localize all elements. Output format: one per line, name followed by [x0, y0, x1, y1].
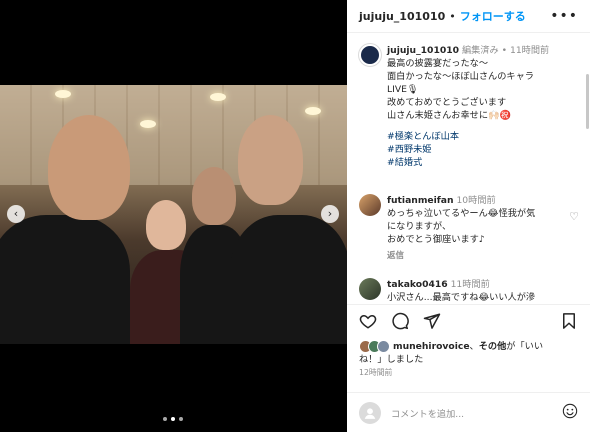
comment-line: おめでとう御座います♪ — [387, 234, 485, 245]
comment-line: 小沢さん...最高ですね😂いい人が滲 — [387, 292, 536, 303]
carousel-dot-active — [171, 417, 175, 421]
ceiling-light — [55, 90, 71, 98]
comment-input[interactable]: コメントを追加... — [391, 406, 464, 420]
author-username[interactable]: jujuju_101010 — [359, 10, 445, 23]
likes-separator: 、 — [469, 341, 479, 352]
caption-edited: 編集済み — [461, 45, 499, 56]
liker-avatars — [359, 340, 390, 353]
comment-body: futianmeifan 10時間前 めっちゃ泣いてるやーん😂怪我が気 になりま… — [387, 194, 581, 263]
post-header: jujuju_101010 • フォローする ••• — [347, 0, 590, 33]
comment-heart-icon[interactable]: ♡ — [569, 210, 579, 223]
carousel-dot — [163, 417, 167, 421]
post-panel: jujuju_101010 • フォローする ••• jujuju_101010… — [347, 0, 590, 432]
person-face — [192, 167, 236, 225]
heart-icon[interactable] — [359, 312, 377, 334]
caption-body: jujuju_101010 編集済み • 11時間前 最高の披露宴だったな〜 面… — [387, 44, 581, 169]
liker-username[interactable]: munehirovoice — [393, 341, 470, 352]
likes-text: が「いい — [506, 341, 544, 352]
comment-username[interactable]: futianmeifan — [387, 195, 454, 206]
emoji-icon[interactable] — [562, 403, 578, 423]
likes-text-line2: ね！」しました — [359, 354, 424, 365]
carousel-dots — [163, 417, 183, 421]
post-media: ‹ › — [0, 0, 347, 432]
ceiling-light — [305, 107, 321, 115]
caption-line: LIVE🎙 — [387, 84, 419, 95]
likes-others-link[interactable]: その他 — [479, 341, 507, 352]
person-suit — [0, 215, 130, 344]
carousel-dot — [179, 417, 183, 421]
comment-line: めっちゃ泣いてるやーん😂怪我が気 — [387, 208, 536, 219]
caption-time: 11時間前 — [509, 45, 550, 56]
person-face — [146, 200, 186, 250]
action-bar — [347, 304, 590, 340]
add-comment-bar: コメントを追加... — [347, 392, 590, 432]
liker-avatar[interactable] — [377, 340, 390, 353]
likes-summary: munehirovoice、その他が「いい ね！」しました — [359, 340, 583, 366]
carousel-prev-button[interactable]: ‹ — [7, 205, 25, 223]
comment-line: になりますが、 — [387, 221, 452, 232]
caption-line: 面白かったな〜ほぼ山さんのキャラ — [387, 71, 534, 82]
comment-time: 11時間前 — [450, 279, 490, 290]
comments-list[interactable]: jujuju_101010 編集済み • 11時間前 最高の披露宴だったな〜 面… — [347, 34, 590, 304]
ceiling-light — [210, 93, 226, 101]
follow-button[interactable]: フォローする — [460, 8, 526, 24]
person-suit — [230, 215, 347, 344]
caption-line: 最高の披露宴だったな〜 — [387, 58, 489, 69]
comment-icon[interactable] — [391, 312, 409, 334]
carousel-next-button[interactable]: › — [321, 205, 339, 223]
caption-line: 山さん末姫さんお幸せに🙌🏻㊗️ — [387, 110, 511, 121]
hashtag-link[interactable]: #結婚式 — [387, 156, 581, 169]
person-face — [238, 115, 303, 205]
commenter-avatar[interactable] — [359, 194, 381, 216]
post-timestamp[interactable]: 12時間前 — [359, 367, 392, 378]
bookmark-icon[interactable] — [560, 312, 578, 334]
hashtag-link[interactable]: #極楽とんぼ山本 — [387, 130, 581, 143]
caption-username[interactable]: jujuju_101010 — [387, 45, 459, 56]
ceiling-light — [140, 120, 156, 128]
author-avatar[interactable] — [359, 44, 381, 66]
post-photo[interactable] — [0, 85, 347, 344]
current-user-avatar — [359, 401, 381, 424]
more-dots-icon[interactable]: ••• — [550, 8, 578, 24]
caption-dot: • — [501, 45, 508, 56]
separator-dot: • — [449, 9, 456, 23]
person-face — [48, 115, 130, 220]
hashtag-link[interactable]: #西野未姫 — [387, 143, 581, 156]
reply-link[interactable]: 返信 — [387, 250, 581, 263]
comment-time: 10時間前 — [456, 195, 496, 206]
scrollbar[interactable] — [586, 74, 589, 129]
commenter-avatar[interactable] — [359, 278, 381, 300]
share-icon[interactable] — [423, 312, 441, 334]
comment-body: takako0416 11時間前 小沢さん...最高ですね😂いい人が滲 — [387, 278, 581, 304]
comment-username[interactable]: takako0416 — [387, 279, 448, 290]
caption-line: 改めておめでとうございます — [387, 97, 507, 108]
